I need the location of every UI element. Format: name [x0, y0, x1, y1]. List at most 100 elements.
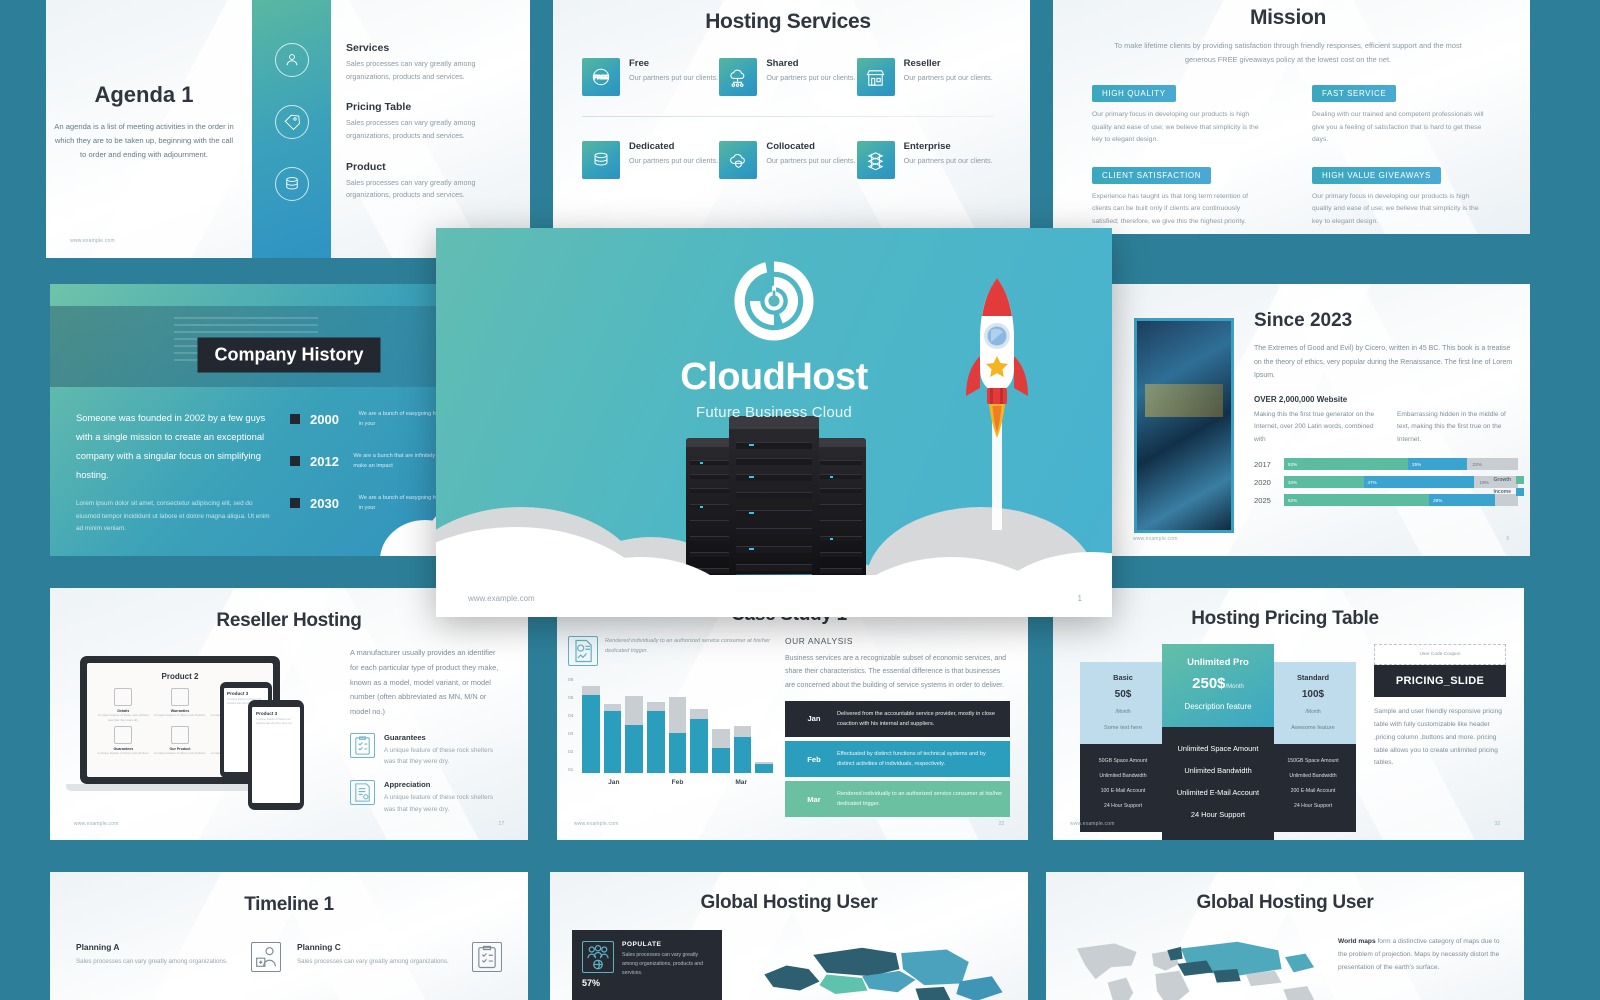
brand-tagline: Future Business Cloud	[696, 404, 852, 421]
chart-bar	[647, 702, 665, 773]
hosting-item-desc: Our partners put our clients.	[629, 73, 719, 82]
hosting-item-desc: Our partners put our clients.	[766, 156, 856, 165]
table-row[interactable]: Mar Rendered individually to an authoriz…	[785, 781, 1010, 818]
agenda-item-desc: Sales processes can vary greatly among o…	[346, 118, 476, 140]
reseller-feature[interactable]: Appreciation A unique feature of these r…	[350, 780, 506, 814]
since-col-left: Making this the first true generator on …	[1254, 410, 1375, 443]
agenda-item-title: Product	[346, 160, 386, 173]
month-desc: Delivered from the accountable service p…	[837, 710, 995, 727]
plan-period: /Month	[1225, 684, 1244, 690]
legend-item: Income	[1493, 488, 1524, 496]
table-row[interactable]: Feb Effectuated by distinct functions of…	[785, 741, 1010, 778]
milestone-year: 2012	[310, 453, 339, 469]
plan-name: Unlimited Pro	[1187, 657, 1249, 668]
mission-block[interactable]: FAST SERVICE Dealing with our trained an…	[1312, 83, 1484, 147]
status-badge: HIGH VALUE GIVEAWAYS	[1312, 166, 1441, 184]
page-title: Company History	[197, 337, 381, 373]
chart-track: 62% 28%	[1284, 494, 1518, 507]
user-circle-icon	[274, 43, 309, 77]
clipboard-check-icon	[350, 733, 375, 759]
plan-feature: Unlimited Space Amount	[1177, 744, 1259, 753]
agenda-item[interactable]: Pricing Table Sales processes can vary g…	[346, 101, 518, 142]
slide-page-number: 22	[998, 821, 1005, 828]
legend-label: Income	[1493, 489, 1511, 495]
hosting-item[interactable]: Reseller Our partners put our clients.	[856, 58, 994, 96]
plan-price: 100$	[1301, 689, 1325, 700]
coupon-field[interactable]: User Code Coupon	[1374, 644, 1506, 665]
reseller-feature[interactable]: Guarantees A unique feature of these roc…	[350, 733, 506, 767]
chart-row: 2020 34% 47% 19%	[1254, 476, 1518, 489]
since-bar-chart: 2017 53% 25% 22% 2020 34% 47% 19% 2025 6…	[1254, 458, 1518, 507]
pricing-card-basic[interactable]: Basic 50$ /Month Some text here 50GB Spac…	[1080, 662, 1166, 832]
timeline-item-title: Planning C	[297, 942, 341, 952]
status-badge: HIGH QUALITY	[1092, 85, 1176, 103]
slide-hosting-services[interactable]: Hosting Services FREE Free Our partners …	[546, 0, 1030, 234]
agenda-item-desc: Sales processes can vary greatly among o…	[346, 177, 476, 200]
analysis-text: Business services are a recognizable sub…	[785, 655, 1006, 689]
mission-block[interactable]: HIGH VALUE GIVEAWAYS Our primary focus i…	[1312, 165, 1484, 229]
brand-title: CloudHost	[680, 356, 868, 398]
legend-item: Growth	[1493, 476, 1524, 484]
agenda-item[interactable]: Product Sales processes can vary greatly…	[346, 161, 518, 202]
legend-label: Growth	[1493, 477, 1512, 483]
slide-agenda[interactable]: Agenda 1 An agenda is a list of meeting …	[46, 0, 530, 258]
timeline-item[interactable]: Planning C Sales processes can vary grea…	[297, 942, 502, 972]
slide-mission[interactable]: Mission To make lifetime clients by prov…	[1046, 0, 1530, 234]
pricing-card-standard[interactable]: Standard 100$ /Month Awesome feature 150G…	[1270, 662, 1356, 832]
page-title: Since 2023	[1254, 310, 1353, 331]
pricing-card-unlimited-pro[interactable]: Unlimited Pro 250$/Month Description fea…	[1162, 644, 1274, 840]
hosting-item-name: Collocated	[766, 141, 815, 152]
plan-feature: 50GB Space Amount	[1098, 758, 1148, 764]
pricing-cards: Basic 50$ /Month Some text here 50GB Spac…	[1080, 644, 1360, 840]
hosting-item[interactable]: Collocated Our partners put our clients.	[719, 141, 856, 179]
slide-since-2023[interactable]: Since 2023 The Extremes of Good and Evil…	[1112, 284, 1530, 556]
hosting-item-desc: Our partners put our clients.	[903, 156, 993, 165]
hosting-item[interactable]: Dedicated Our partners put our clients.	[582, 141, 719, 179]
month-label: Feb	[807, 754, 821, 764]
mini-cell-desc: A unique feature of these rock shelters.	[153, 713, 206, 717]
plan-period: /Month	[1305, 709, 1321, 715]
chart-row: 2017 53% 25% 22%	[1254, 458, 1518, 471]
timeline-item[interactable]: Planning A Sales processes can vary grea…	[76, 942, 281, 972]
hosting-item[interactable]: FREE Free Our partners put our clients.	[582, 58, 719, 96]
pricing-slide-button[interactable]: PRICING_SLIDE	[1374, 665, 1506, 697]
hosting-item[interactable]: Enterprise Our partners put our clients.	[856, 141, 994, 179]
world-map-icon	[1070, 928, 1326, 1000]
cloud-base	[436, 575, 1112, 617]
agenda-item[interactable]: Services Sales processes can vary greatl…	[346, 42, 518, 83]
table-row[interactable]: Jan Delivered from the accountable servi…	[785, 700, 1010, 738]
timeline-item-title: Planning A	[76, 942, 120, 952]
svg-text:FREE: FREE	[594, 75, 609, 81]
populate-stat-card[interactable]: 57% POPULATE Sales processes can vary gr…	[572, 930, 722, 1000]
chart-category-label: 2025	[1254, 495, 1271, 505]
slide-case-study[interactable]: Case Study 1 Rendered individually to an…	[550, 588, 1028, 840]
coupon-label: User Code Coupon	[1419, 652, 1461, 657]
mission-block[interactable]: CLIENT SATISFACTION Experience has taugh…	[1092, 165, 1264, 229]
month-label: Mar	[807, 794, 821, 804]
chart-legend: Growth Income	[1493, 476, 1524, 500]
chart-bar	[755, 762, 774, 773]
mission-block[interactable]: HIGH QUALITY Our primary focus in develo…	[1092, 83, 1264, 147]
feature-desc: A unique feature of these rock shelters …	[384, 794, 494, 813]
agenda-items: Services Sales processes can vary greatl…	[346, 0, 530, 258]
chart-bar	[668, 697, 687, 773]
plan-feature: Unlimited Bandwidth	[1289, 773, 1337, 779]
tablet-screen-title: Product 3	[227, 691, 249, 696]
slide-global-hosting-right[interactable]: Global Hosting User World maps form a di…	[1046, 872, 1524, 1000]
slide-footer-url: www.example.com	[70, 238, 115, 245]
case-note-text: Rendered individually to an authorized s…	[605, 638, 771, 655]
slide-hosting-pricing[interactable]: Hosting Pricing Table Basic 50$ /Month So…	[1046, 588, 1524, 840]
agenda-left-column: Agenda 1 An agenda is a list of meeting …	[46, 0, 242, 258]
hosting-grid-top: FREE Free Our partners put our clients. …	[546, 34, 1030, 96]
mission-blocks: HIGH QUALITY Our primary focus in develo…	[1046, 67, 1530, 228]
hero-page-number: 1	[1077, 594, 1082, 603]
slide-page-number: 6	[1506, 536, 1510, 543]
slide-reseller-hosting[interactable]: Reseller Hosting Product 2 Details A uniq…	[50, 588, 528, 840]
page-title: Global Hosting User	[700, 892, 878, 913]
slide-hero-cloudhost[interactable]: CloudHost Future Business Cloud www.exam…	[436, 228, 1112, 617]
slide-global-hosting-center[interactable]: Global Hosting User 57% POPULATE Sales p…	[550, 872, 1028, 1000]
hosting-item[interactable]: Shared Our partners put our clients.	[719, 58, 856, 96]
rocket-icon	[958, 270, 1036, 530]
slide-timeline[interactable]: Timeline 1 Planning A Sales processes ca…	[50, 872, 528, 1000]
phone-mockup: Product 3 A unique feature of these rock…	[248, 700, 304, 810]
